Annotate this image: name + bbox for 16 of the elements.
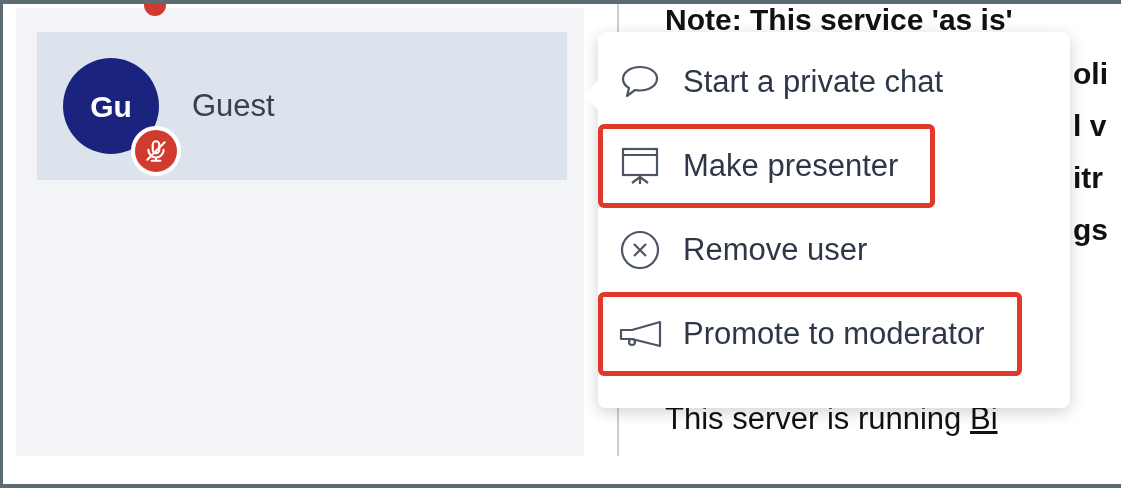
- body-text: itr: [1073, 160, 1103, 196]
- presentation-screen-icon: [620, 146, 660, 186]
- close-icon: [620, 230, 660, 270]
- participant-row[interactable]: Gu Guest: [37, 32, 567, 180]
- body-text: l v: [1073, 108, 1107, 144]
- menu-item[interactable]: Promote to moderator: [598, 292, 1022, 376]
- menu-item[interactable]: Remove user: [598, 208, 905, 292]
- megaphone-icon: [618, 319, 662, 349]
- menu-item[interactable]: Start a private chat: [598, 40, 981, 124]
- avatar: Gu: [63, 58, 159, 154]
- note-text: Note: This service 'as is': [665, 4, 1014, 38]
- body-text: gs: [1073, 212, 1108, 248]
- participant-name: Guest: [192, 86, 275, 125]
- speech-bubble-icon: [620, 64, 660, 100]
- body-text: oli: [1073, 56, 1108, 92]
- menu-item[interactable]: Make presenter: [598, 124, 936, 208]
